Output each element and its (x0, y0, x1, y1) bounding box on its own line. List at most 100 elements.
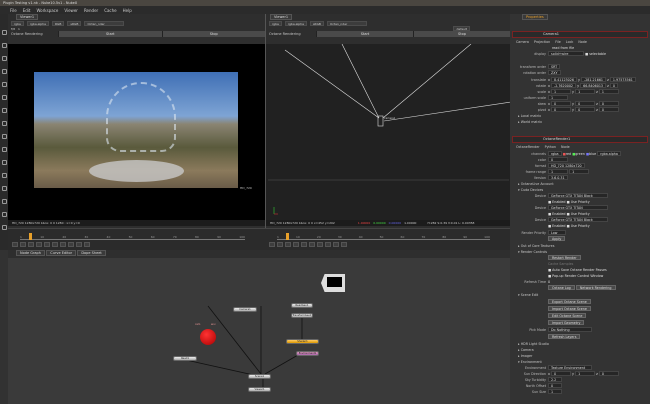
menu-help[interactable]: Help (123, 8, 132, 13)
local-matrix-toggle[interactable]: Local matrix (521, 114, 541, 118)
pivot-z[interactable]: 0 (598, 107, 619, 112)
auto-save-checkbox[interactable]: Auto Save Octane Render Passes (552, 268, 607, 272)
pick-mode-dropdown[interactable]: Do Nothing (548, 327, 592, 332)
play-button[interactable] (60, 242, 66, 247)
stop-button[interactable]: Stop (413, 31, 510, 37)
imager-toggle[interactable]: Imager (521, 354, 533, 358)
refresh-layers-button[interactable]: Refresh Layers (548, 334, 581, 339)
translate-y[interactable]: -281.21661 (581, 77, 607, 82)
scale-x[interactable]: 1 (551, 89, 571, 94)
merge-icon[interactable] (1, 121, 7, 126)
alpha-dropdown[interactable]: rgba.alpha (284, 20, 307, 26)
zoom-value[interactable]: f/8 (11, 27, 15, 31)
channels-dropdown[interactable]: rgba (11, 20, 24, 26)
stop-button[interactable] (309, 242, 315, 247)
node-shader[interactable]: Shader1 (286, 339, 319, 344)
viewer2-3d-viewport[interactable]: Camera1 (266, 44, 511, 220)
tab-viewer2[interactable]: Viewer1 (270, 14, 293, 20)
edit-scene-button[interactable]: Edit Octane Scene (548, 313, 587, 318)
input-node-dropdown[interactable]: Octan_nder (84, 20, 125, 26)
menu-edit[interactable]: Edit (23, 8, 31, 13)
translate-z[interactable]: 1.97573561 (609, 77, 636, 82)
timeline-1[interactable]: 1 10 20 30 40 50 60 70 80 90 100 (8, 228, 265, 250)
popup-checkbox[interactable]: Pop-up Render Control Window (552, 274, 603, 278)
sky-turbidity-field[interactable]: 2.2 (548, 377, 562, 382)
menu-viewer[interactable]: Viewer (64, 8, 78, 13)
next-key-button[interactable] (76, 242, 82, 247)
frame-end[interactable]: 1 (569, 169, 590, 174)
tab-properties[interactable]: Properties (522, 14, 548, 20)
rotate-x[interactable]: -2.7620002 (551, 83, 577, 88)
tab-node[interactable]: Node (561, 144, 570, 150)
tab-octanerender[interactable]: OctaneRender (516, 144, 540, 150)
skew-x[interactable]: 0 (551, 101, 571, 106)
node-env[interactable]: Environment1 (296, 351, 319, 356)
scale-y[interactable]: 1 (575, 89, 596, 94)
step-forward-button[interactable] (325, 242, 331, 247)
keyer-icon[interactable] (1, 108, 7, 113)
octanelive-toggle[interactable]: OctaneLive Account (521, 182, 554, 186)
viewer1-viewport[interactable]: HD_720 (8, 44, 265, 220)
transform-icon[interactable] (1, 134, 7, 139)
start-button[interactable]: Start (316, 31, 413, 37)
color-field[interactable]: 0 (548, 157, 568, 162)
sun-size-field[interactable]: 1 (548, 389, 562, 394)
device-priority-checkbox[interactable]: Use Priority (571, 200, 590, 204)
skip-end-button[interactable] (84, 242, 90, 247)
frame-ruler[interactable]: 1 10 20 30 40 50 60 70 80 90 100 (20, 233, 245, 240)
views-icon[interactable] (1, 160, 7, 165)
pivot-x[interactable]: 0 (551, 107, 571, 112)
node-read[interactable]: Read1 (173, 356, 197, 361)
step-back-button[interactable] (293, 242, 299, 247)
tab-viewer1[interactable]: Viewer1 (16, 14, 39, 20)
start-button[interactable]: Start (58, 31, 162, 37)
node-viewer[interactable]: Viewer1 (248, 387, 271, 392)
alpha-dropdown[interactable]: rgba.alpha (26, 20, 49, 26)
step-back-button[interactable] (36, 242, 42, 247)
uniform-scale-field[interactable]: 1 (548, 95, 568, 100)
channels-dropdown[interactable]: rgba (269, 20, 282, 26)
camera-node-name[interactable]: Camera1 (543, 32, 559, 36)
menu-render[interactable]: Render (84, 8, 98, 13)
network-rendering-button[interactable]: Network Rendering (575, 285, 616, 290)
apply-button[interactable]: Apply (548, 236, 566, 241)
hdr-light-studio-toggle[interactable]: HDR Light Studio (521, 342, 549, 346)
node-scene[interactable]: Scene1 (248, 374, 271, 379)
playhead[interactable] (285, 233, 289, 240)
octane-log-button[interactable]: Octane Log (548, 285, 575, 290)
skip-end-button[interactable] (341, 242, 347, 247)
render-controls-toggle[interactable]: Render Controls (521, 250, 547, 254)
play-back-button[interactable] (44, 242, 50, 247)
metadata-icon[interactable] (1, 173, 7, 178)
device-priority-checkbox[interactable]: Use Priority (571, 212, 590, 216)
node-transform[interactable]: TransformGeo1 (291, 313, 313, 318)
export-scene-button[interactable]: Export Octane Scene (548, 299, 591, 304)
menu-file[interactable]: File (10, 8, 17, 13)
out-of-core-toggle[interactable]: Out of Core Textures (521, 244, 555, 248)
frame-ruler[interactable]: 1 10 20 30 40 50 60 70 80 90 100 (277, 233, 490, 240)
image-icon[interactable] (1, 30, 7, 35)
fps-dropdown[interactable] (12, 242, 18, 247)
next-key-button[interactable] (333, 242, 339, 247)
north-offset-field[interactable]: 0 (548, 383, 562, 388)
import-geometry-button[interactable]: Import Geometry (548, 320, 585, 325)
time-icon[interactable] (1, 56, 7, 61)
alpha-dropdown[interactable]: rgba.alpha (597, 151, 621, 156)
menu-cache[interactable]: Cache (104, 8, 116, 13)
settings-icon[interactable] (1, 225, 7, 230)
format-dropdown[interactable]: HD_720 1280x720 (548, 163, 585, 168)
selectable-checkbox[interactable]: selectable (589, 52, 606, 56)
rotate-y[interactable]: 66.8406013 (580, 83, 607, 88)
camera-section-toggle[interactable]: Camera (521, 348, 534, 352)
filter-icon[interactable] (1, 95, 7, 100)
viewer-node-icon[interactable] (321, 274, 345, 292)
skew-y[interactable]: 0 (575, 101, 596, 106)
menu-workspace[interactable]: Workspace (36, 8, 58, 13)
scale-z[interactable]: 1 (598, 89, 619, 94)
tab-python[interactable]: Python (545, 144, 556, 150)
frame-value[interactable]: 1 (18, 27, 20, 31)
node-camera[interactable]: Camera1 (233, 307, 257, 312)
device-enabled-checkbox[interactable]: Enabled (552, 224, 565, 228)
input-node-dropdown[interactable]: Octan_nder (326, 20, 367, 26)
playhead[interactable] (29, 233, 33, 240)
